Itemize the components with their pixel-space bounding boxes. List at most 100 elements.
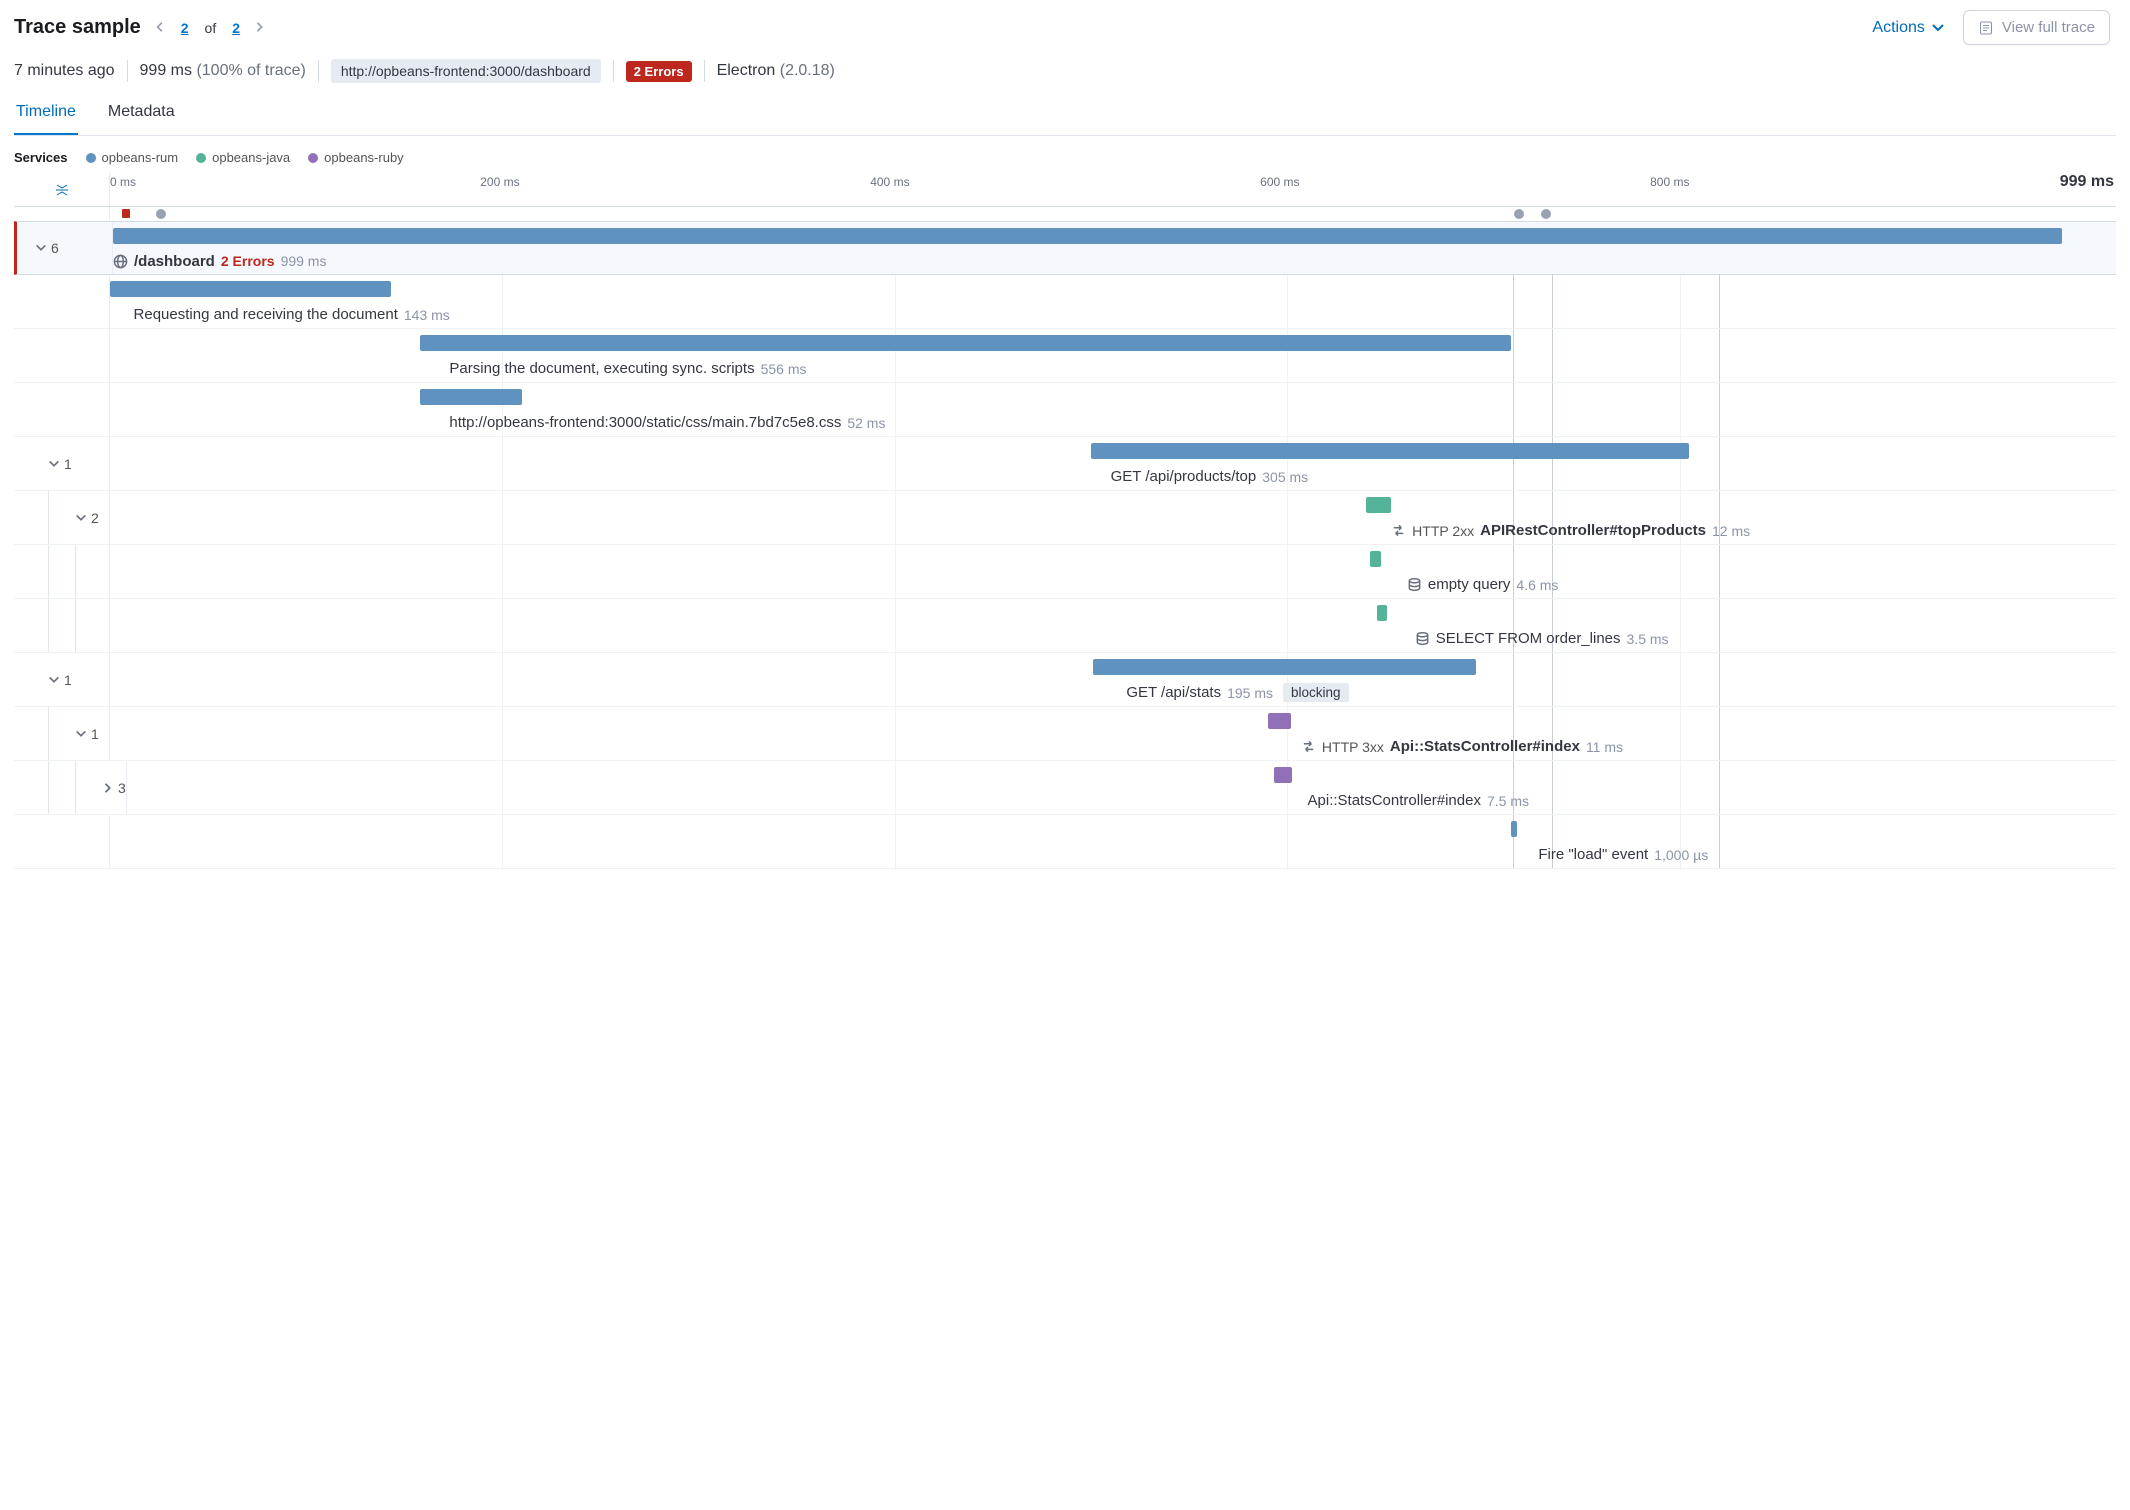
minimap-marker[interactable] xyxy=(156,209,166,219)
chevron-right-icon[interactable] xyxy=(102,782,114,794)
span-chart-cell: GET /api/stats195 msblocking xyxy=(110,653,2072,706)
db-icon xyxy=(1407,577,1422,592)
span-name: GET /api/stats xyxy=(1126,684,1221,701)
tree-cell: 2 xyxy=(14,491,110,544)
span-name: Api::StatsController#index xyxy=(1308,792,1481,809)
tree-cell xyxy=(14,599,110,652)
tab-metadata[interactable]: Metadata xyxy=(106,93,177,135)
minimap-marker[interactable] xyxy=(1514,209,1524,219)
legend-name: opbeans-rum xyxy=(102,150,179,165)
ruler-total: 999 ms xyxy=(2060,173,2116,206)
span-chart-cell: GET /api/products/top 305 ms xyxy=(110,437,2072,490)
child-count: 1 xyxy=(64,672,72,688)
span-bar[interactable] xyxy=(1274,767,1292,783)
span-row[interactable]: empty query 4.6 ms xyxy=(14,545,2116,599)
legend-item: opbeans-ruby xyxy=(308,150,404,165)
span-row[interactable]: Requesting and receiving the document143… xyxy=(14,275,2116,329)
legend-name: opbeans-java xyxy=(212,150,290,165)
tree-cell: 6 xyxy=(17,222,113,274)
span-chart-cell: /dashboard2 Errors999 ms xyxy=(113,222,2072,274)
ruler-row: 0 ms 200 ms 400 ms 600 ms 800 ms 999 ms xyxy=(14,173,2116,207)
ruler-tick: 800 ms xyxy=(1650,173,1689,206)
span-http-status: HTTP 3xx xyxy=(1322,739,1384,755)
span-row[interactable]: SELECT FROM order_lines 3.5 ms xyxy=(14,599,2116,653)
collapse-all-button[interactable] xyxy=(14,173,109,207)
chevron-down-icon[interactable] xyxy=(75,512,87,524)
span-bar[interactable] xyxy=(1370,551,1382,567)
page-current-link[interactable]: 2 xyxy=(177,20,193,36)
prev-sample-button[interactable] xyxy=(153,20,169,36)
meta-separator xyxy=(613,60,614,82)
child-count: 1 xyxy=(64,456,72,472)
span-name: empty query xyxy=(1428,576,1511,593)
minimap-row xyxy=(14,207,2116,221)
minimap xyxy=(110,207,2072,221)
header-left: Trace sample 2 of 2 xyxy=(14,16,268,39)
span-row[interactable]: 6/dashboard2 Errors999 ms xyxy=(14,221,2116,275)
page-title: Trace sample xyxy=(14,16,141,39)
ruler-tick: 600 ms xyxy=(1260,173,1299,206)
page-total-link[interactable]: 2 xyxy=(228,20,244,36)
span-chart-cell: HTTP 2xx APIRestController#topProducts 12 … xyxy=(110,491,2072,544)
span-duration: 12 ms xyxy=(1712,523,1750,539)
chevron-down-icon[interactable] xyxy=(48,674,60,686)
minimap-error-marker[interactable] xyxy=(122,209,130,218)
services-legend: Services opbeans-rum opbeans-java opbean… xyxy=(14,150,2116,165)
tree-cell xyxy=(14,275,110,328)
span-bar[interactable] xyxy=(1511,821,1517,837)
chevron-down-icon[interactable] xyxy=(75,728,87,740)
span-label: SELECT FROM order_lines 3.5 ms xyxy=(1415,606,2072,647)
span-name: GET /api/products/top xyxy=(1111,468,1257,485)
span-http-status: HTTP 2xx xyxy=(1412,523,1474,539)
span-chart-cell: Requesting and receiving the document143… xyxy=(110,275,2072,328)
span-row[interactable]: Parsing the document, executing sync. sc… xyxy=(14,329,2116,383)
transaction-icon xyxy=(1391,523,1406,538)
span-bar[interactable] xyxy=(1268,713,1292,729)
span-error-badge[interactable]: 2 Errors xyxy=(221,253,275,269)
view-full-trace-button[interactable]: View full trace xyxy=(1963,10,2110,45)
span-row[interactable]: 1GET /api/stats195 msblocking xyxy=(14,653,2116,707)
tree-cell xyxy=(14,545,110,598)
meta-agent: Electron (2.0.18) xyxy=(717,62,835,80)
span-duration: 305 ms xyxy=(1262,469,1308,485)
span-duration: 195 ms xyxy=(1227,685,1273,701)
tree-cell xyxy=(14,329,110,382)
child-count: 3 xyxy=(118,780,126,796)
transaction-icon xyxy=(1301,739,1316,754)
span-duration: 4.6 ms xyxy=(1516,577,1558,593)
meta-url-badge: http://opbeans-frontend:3000/dashboard xyxy=(331,59,601,83)
span-name: SELECT FROM order_lines xyxy=(1436,630,1621,647)
header-right: Actions View full trace xyxy=(1872,10,2110,45)
child-count: 6 xyxy=(51,240,59,256)
legend-dot xyxy=(308,153,318,163)
next-sample-button[interactable] xyxy=(252,20,268,36)
legend-item: opbeans-rum xyxy=(86,150,179,165)
span-row[interactable]: 1HTTP 3xxApi::StatsController#index11 ms xyxy=(14,707,2116,761)
span-duration: 1,000 µs xyxy=(1654,847,1708,863)
span-duration: 3.5 ms xyxy=(1627,631,1669,647)
span-label: Parsing the document, executing sync. sc… xyxy=(449,336,2072,377)
span-row[interactable]: http://opbeans-frontend:3000/static/css/… xyxy=(14,383,2116,437)
db-icon xyxy=(1415,631,1430,646)
span-label: empty query 4.6 ms xyxy=(1407,552,2072,593)
span-row[interactable]: Fire "load" event1,000 µs xyxy=(14,815,2116,869)
span-name: APIRestController#topProducts xyxy=(1480,522,1706,539)
span-row[interactable]: 2 HTTP 2xx APIRestController#topProducts 12… xyxy=(14,491,2116,545)
chevron-down-icon[interactable] xyxy=(35,242,47,254)
span-name: Parsing the document, executing sync. sc… xyxy=(449,360,754,377)
chevron-down-icon[interactable] xyxy=(48,458,60,470)
span-row[interactable]: 1 GET /api/products/top 305 ms xyxy=(14,437,2116,491)
legend-item: opbeans-java xyxy=(196,150,290,165)
meta-row: 7 minutes ago 999 ms (100% of trace) htt… xyxy=(14,59,2116,83)
meta-error-badge[interactable]: 2 Errors xyxy=(626,61,692,82)
minimap-marker[interactable] xyxy=(1541,209,1551,219)
tab-timeline[interactable]: Timeline xyxy=(14,93,78,135)
span-bar[interactable] xyxy=(1366,497,1392,513)
span-row[interactable]: 3Api::StatsController#index7.5 ms xyxy=(14,761,2116,815)
span-bar[interactable] xyxy=(1377,605,1387,621)
actions-dropdown[interactable]: Actions xyxy=(1872,19,1944,37)
ruler-tick: 200 ms xyxy=(480,173,519,206)
tree-cell xyxy=(14,815,110,868)
span-label: GET /api/products/top 305 ms xyxy=(1111,444,2072,485)
span-label: /dashboard2 Errors999 ms xyxy=(113,229,2072,270)
